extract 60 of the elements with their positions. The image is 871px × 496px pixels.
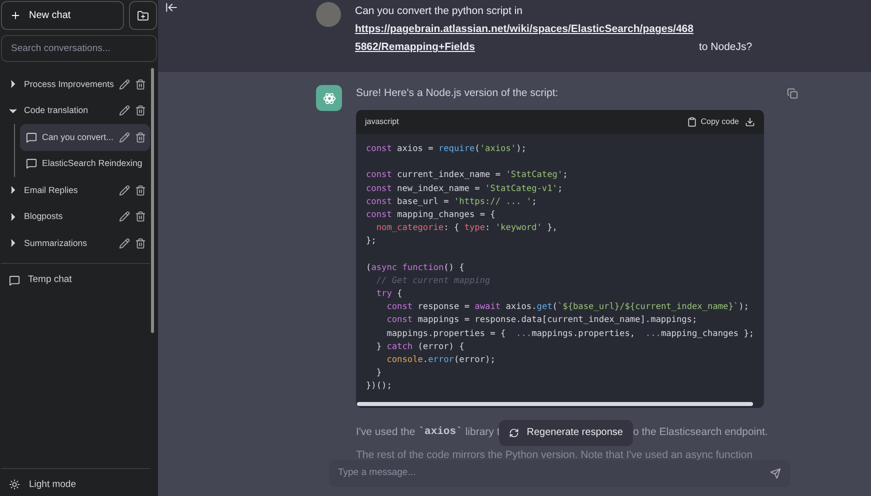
light-mode-button[interactable]: Light mode: [1, 478, 84, 492]
sun-icon: [9, 479, 20, 490]
folder-label: Code translation: [24, 104, 90, 118]
chat-item[interactable]: ElasticSearch Reindexing: [20, 150, 150, 177]
folder-label: Summarizations: [24, 236, 88, 250]
avatar-placeholder: [316, 2, 341, 27]
folder-plus-icon: [137, 10, 149, 22]
faded-text: The rest of the code mirrors the Python version. Note that I've used an async function: [356, 448, 754, 463]
message-input[interactable]: Type a message...: [338, 466, 770, 481]
message-field[interactable]: Type a message...: [329, 460, 790, 487]
chat-item[interactable]: Can you convert...: [20, 124, 150, 150]
edit-icon[interactable]: [119, 105, 130, 116]
chat-label: ElasticSearch Reindexing: [42, 157, 144, 170]
temp-chat-item[interactable]: Temp chat: [1, 268, 150, 294]
delete-icon[interactable]: [135, 238, 146, 249]
code-language: javascript: [365, 116, 400, 128]
new-chat-button[interactable]: New chat: [1, 1, 124, 30]
chat-label: Can you convert...: [42, 130, 114, 144]
delete-icon[interactable]: [135, 105, 146, 116]
copy-code-button[interactable]: Copy code: [686, 116, 739, 128]
edit-icon[interactable]: [119, 78, 130, 90]
assistant-intro: Sure! Here's a Node.js version of the script:: [356, 86, 560, 101]
edit-icon[interactable]: [119, 211, 130, 222]
plus-icon: [10, 10, 21, 21]
download-icon[interactable]: [745, 117, 755, 127]
followup-text: I've used the: [356, 424, 416, 440]
folder-item[interactable]: Process Improvements: [1, 71, 150, 98]
edit-icon[interactable]: [119, 184, 130, 196]
user-message-text: to NodeJs?: [699, 40, 752, 55]
temp-chat-label: Temp chat: [28, 273, 72, 288]
folder-item[interactable]: Email Replies: [1, 177, 150, 204]
send-icon[interactable]: [770, 468, 781, 479]
assistant-logo-icon: [316, 85, 342, 111]
search-field[interactable]: Search conversations...: [1, 35, 157, 62]
delete-icon[interactable]: [135, 211, 146, 222]
link[interactable]: https://pagebrain.atlassian.net/wiki/spaces/ElasticSearch/pages/4685862/Remapping+Fields: [355, 20, 695, 56]
delete-icon[interactable]: [135, 132, 146, 143]
folder-label: Blogposts: [24, 210, 64, 224]
refresh-icon: [508, 428, 519, 438]
code-text: const axios = require('axios'); const current_index_name = 'StatCateg'; const new_index_name = 'StatCateg-v1'; const base_url = 'https:// ... '; const mapping_changes = { nom_categorie: { type: 'keyword' }, }; (async function() { // Get current mapping try { const response = await axios.get(`${base_url}/${current_index_name}`); const mappings = response.data[current_index_name].mappings; mappings.properties = { ...mappings.properties, ...mapping_changes }; } catch (error) { console.error(error); } })();: [365, 143, 756, 394]
regenerate-button[interactable]: Regenerate response: [498, 420, 633, 446]
followup-text: o the Elasticsearch endpoint.: [632, 424, 768, 440]
chat-icon: [9, 275, 20, 286]
inline-code: `axios`: [418, 424, 462, 440]
edit-icon[interactable]: [119, 132, 130, 143]
folder-item[interactable]: Code translation: [1, 98, 150, 124]
chat-icon: [26, 132, 37, 143]
edit-icon[interactable]: [119, 238, 130, 249]
user-message-text: Can you convert the python script in: [355, 4, 524, 19]
folder-item[interactable]: Blogposts: [1, 204, 150, 230]
delete-icon[interactable]: [135, 184, 146, 196]
collapse-sidebar-icon[interactable]: [165, 1, 178, 14]
folder-label: Process Improvements: [24, 78, 114, 91]
clipboard-icon: [686, 117, 697, 127]
new-folder-button[interactable]: [129, 1, 157, 30]
copy-icon[interactable]: [787, 88, 798, 99]
chat-icon: [26, 158, 37, 170]
folder-label: Email Replies: [24, 184, 79, 197]
delete-icon[interactable]: [135, 78, 146, 90]
folder-item[interactable]: Summarizations: [1, 230, 150, 256]
